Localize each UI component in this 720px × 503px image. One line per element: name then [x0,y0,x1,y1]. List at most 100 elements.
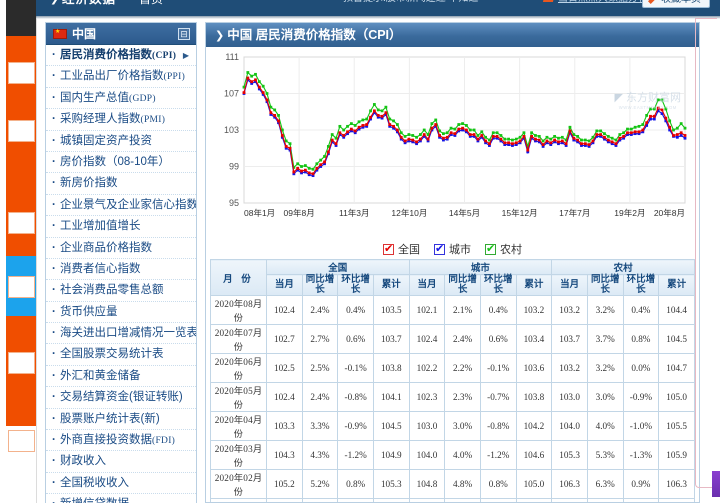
cell-pct: 4.8% [444,469,481,499]
cpi-table-wrapper: 月 份 全国 城市 农村 当月 同比增长 环比增长 累计 当月 同比增长 环比增长 累计 当月同… [206,259,699,502]
checkbox-icon[interactable] [434,242,445,256]
svg-text:20年8月: 20年8月 [654,208,685,218]
cell-pct: 0.4% [479,295,517,325]
cell-pct: 3.7% [586,324,624,354]
cell-value: 103.6 [515,353,553,383]
sidebar-item-label: 全国税收收入 [60,476,129,489]
sidebar-item-17[interactable]: 股票账户统计表(新) [46,409,196,431]
cell-value: 103.2 [551,295,588,325]
right-side-tab[interactable] [712,471,720,497]
sidebar-item-3[interactable]: 采购经理人指数(PMI) [46,109,196,131]
country-index-nav-panel: 中国 ⊟ 居民消费价格指数(CPI)▶工业品出厂价格指数(PPI)国内生产总值(… [45,22,197,503]
sidebar-item-1[interactable]: 工业品出厂价格指数(PPI) [46,66,196,88]
cell-month: 2020年03月份 [210,440,267,470]
sidebar-item-18[interactable]: 外商直接投资数据(FDI) [46,430,196,452]
column-header-mom-0: 环比增长 [337,274,374,296]
cell-pct: 2.4% [444,324,481,354]
left-chrome-dark-block [6,0,36,36]
cell-value: 102.2 [408,353,446,383]
nav-item-list: 居民消费价格指数(CPI)▶工业品出厂价格指数(PPI)国内生产总值(GDP)采… [46,45,196,503]
nav-header: 中国 ⊟ [46,23,196,45]
table-group-header-row: 月 份 全国 城市 农村 [210,259,695,296]
left-page-chrome [0,0,36,503]
sidebar-item-5[interactable]: 房价指数（08-10年） [46,152,196,174]
svg-text:14年5月: 14年5月 [449,208,480,218]
chevron-right-icon: ❯ [215,30,225,42]
legend-label: 城市 [449,244,471,256]
cell-pct: 2.2% [444,353,481,383]
sidebar-item-13[interactable]: 海关进出口增减情况一览表 [46,323,196,345]
checkbox-icon[interactable] [485,242,496,256]
column-header-yoy-2: 同比增长 [586,274,624,296]
left-chrome-orange-2 [6,156,36,256]
column-header-current-2: 当月 [551,274,588,296]
cell-pct: 4.3% [301,440,339,470]
svg-text:111: 111 [225,52,239,62]
cell-pct: 3.3% [301,411,339,441]
cell-value: 103.0 [408,411,446,441]
cell-value: 103.2 [515,295,553,325]
cell-value: 105.5 [658,411,695,441]
cell-value: 102.1 [408,295,446,325]
left-chrome-divider [36,0,37,503]
cell-value: 103.8 [515,382,553,412]
sidebar-item-4[interactable]: 城镇固定资产投资 [46,131,196,152]
left-chrome-card-1 [8,62,35,84]
cell-value: 106.3 [658,469,695,499]
cell-value: 104.3 [266,440,303,470]
sidebar-item-0[interactable]: 居民消费价格指数(CPI) ▶ [46,45,196,67]
column-group-national: 全国 [266,259,410,275]
topbar-shadow [36,16,720,19]
legend-item-0[interactable]: 全国 [383,241,420,257]
sidebar-item-label: 股票账户统计表(新) [60,412,160,425]
svg-text:11年3月: 11年3月 [339,208,370,218]
sidebar-item-label: 外商直接投资数据 [60,434,152,447]
sidebar-item-21[interactable]: 新增信贷数据 [46,494,196,503]
cell-value: 106.3 [551,498,588,502]
cell-value: 102.7 [266,324,303,354]
cell-month: 2020年02月份 [210,469,267,499]
column-header-mom-2: 环比增长 [622,274,660,296]
hot-data-link[interactable]: 当日热点大数据分析 [558,0,648,16]
sidebar-item-15[interactable]: 外汇和黄金储备 [46,366,196,388]
china-flag-icon [53,27,67,39]
sidebar-item-10[interactable]: 消费者信心指数 [46,259,196,281]
sidebar-item-9[interactable]: 企业商品价格指数 [46,238,196,259]
cell-value: 105.0 [515,469,553,499]
sidebar-item-14[interactable]: 全国股票交易统计表 [46,344,196,366]
main-panel-header: ❯ 中国 居民消费价格指数（CPI） [206,23,699,47]
sidebar-item-20[interactable]: 全国税收收入 [46,473,196,495]
sidebar-item-2[interactable]: 国内生产总值(GDP) [46,88,196,110]
svg-text:12年10月: 12年10月 [391,208,427,218]
sidebar-item-19[interactable]: 财政收入 [46,451,196,473]
collapse-icon[interactable]: ⊟ [178,28,190,40]
cell-pct: 2.4% [301,295,339,325]
checkbox-icon[interactable] [383,242,394,256]
bookmark-button[interactable]: 收藏本页 [642,0,710,8]
sidebar-item-8[interactable]: 工业增加值增长 [46,216,196,238]
table-row: 2020年07月份 102.7 2.7% 0.6% 103.7 102.4 2.4% 0.6%… [210,324,695,354]
sidebar-item-7[interactable]: 企业景气及企业家信心指数 [46,195,196,217]
cpi-chart-svg: 95 99 103 107 111 08年1月 09年8月 11年3月 12年10月 14年5月 1… [224,52,687,218]
sidebar-item-11[interactable]: 社会消费品零售总额 [46,280,196,302]
cell-value: 102.4 [408,324,446,354]
cell-pct: 0.8% [479,469,517,499]
pencil-icon [648,0,657,4]
sidebar-item-16[interactable]: 交易结算资金(银证转账) [46,387,196,409]
legend-item-1[interactable]: 城市 [434,241,471,257]
sidebar-item-sublabel: (GDP) [129,93,156,104]
legend-item-2[interactable]: 农村 [485,241,522,257]
column-header-cumulative-1: 累计 [515,274,553,296]
home-link[interactable]: 首页 [139,0,163,16]
cell-pct: 3.2% [586,353,624,383]
announcement-link[interactable]: 预警提示:股市新闻速递 早知道 [343,0,479,16]
sidebar-item-6[interactable]: 新房价指数 [46,173,196,195]
cell-pct: -0.8% [479,411,517,441]
cell-value: 102.4 [266,382,303,412]
sidebar-item-12[interactable]: 货币供应量 [46,302,196,324]
cell-value: 102.4 [266,295,303,325]
column-group-rural: 农村 [551,259,695,275]
cell-pct: -0.1% [479,353,517,383]
cell-value: 103.2 [551,353,588,383]
table-row: 2020年08月份 102.4 2.4% 0.4% 103.5 102.1 2.1% 0.4%… [210,295,695,325]
